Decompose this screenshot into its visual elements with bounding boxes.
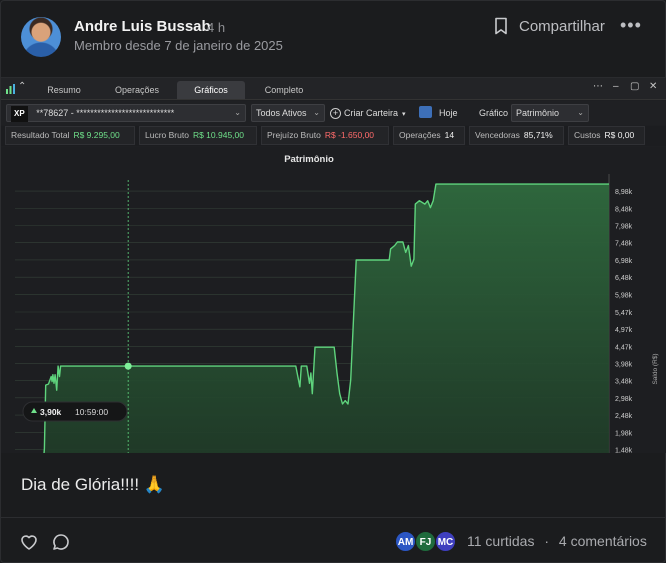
maximize-icon[interactable]: ▢	[630, 81, 639, 92]
heart-icon[interactable]	[19, 532, 39, 552]
stat-value: R$ 0,00	[604, 130, 635, 140]
calendar-icon	[419, 106, 432, 118]
caret-down-icon: ▾	[402, 111, 406, 118]
app-logo-icon	[6, 84, 15, 94]
stat-label: Resultado Total	[11, 130, 70, 140]
y-tick-label: 3,48k	[615, 379, 633, 386]
y-tick-label: 8,48k	[615, 206, 633, 213]
tab-completo[interactable]: Completo	[251, 81, 317, 99]
app-toolbar: XP **78627 - ***************************…	[1, 101, 666, 125]
account-select[interactable]: XP **78627 - ***************************…	[6, 104, 246, 122]
chevron-down-icon: ⌄	[313, 108, 320, 117]
stat-value: R$ 9.295,00	[73, 130, 120, 140]
y-tick-label: 1,48k	[615, 448, 633, 453]
stat-value: 85,71%	[523, 130, 553, 140]
comments-count[interactable]: 4 comentários	[559, 533, 647, 549]
author-name[interactable]: Andre Luis Bussab	[74, 18, 211, 35]
separator-dot: ·	[544, 533, 550, 549]
y-tick-label: 4,97k	[615, 327, 633, 334]
reactor-avatar[interactable]: AM	[395, 531, 416, 552]
y-axis-label: Saldo (R$)	[652, 353, 659, 384]
chevron-down-icon: ⌄	[234, 108, 241, 117]
patrimonio-chart[interactable]: Patrimônio 8,98k 8,48k 7,98k 7,48k 6,98k 6,48k…	[1, 147, 666, 453]
share-label: Compartilhar	[519, 17, 605, 35]
create-portfolio-button[interactable]: + Criar Carteira ▾	[330, 104, 406, 124]
stat-value: R$ -1.650,00	[324, 130, 375, 140]
stat-label: Lucro Bruto	[145, 130, 189, 140]
tab-resumo[interactable]: Resumo	[37, 81, 91, 99]
y-tick-label: 1,98k	[615, 430, 633, 437]
y-tick-label: 2,98k	[615, 396, 633, 403]
stat-winners: Vencedoras 85,71%	[469, 126, 564, 145]
stats-bar: Resultado Total R$ 9.295,00 Lucro Bruto R$…	[1, 126, 666, 146]
y-tick-label: 2,48k	[615, 413, 633, 420]
add-circle-icon: +	[330, 108, 341, 119]
tooltip-value: 3,90k	[40, 407, 62, 417]
engagement-counts: 11 curtidas · 4 comentários	[467, 533, 647, 549]
author-avatar[interactable]	[21, 17, 61, 57]
tab-graficos[interactable]: Gráficos	[177, 81, 245, 99]
reactor-avatars[interactable]: AM FJ MC	[395, 531, 456, 553]
broker-badge: XP	[11, 106, 28, 122]
date-picker-button[interactable]: Hoje	[419, 104, 458, 122]
y-tick-label: 5,98k	[615, 292, 633, 299]
y-tick-label: 8,98k	[615, 189, 633, 196]
more-options-icon[interactable]: •••	[620, 15, 642, 36]
tab-operacoes[interactable]: Operações	[101, 81, 173, 99]
account-value: **78627 - ****************************	[36, 108, 175, 118]
reactor-avatar[interactable]: MC	[435, 531, 456, 552]
chart-container[interactable]: Patrimônio 8,98k 8,48k 7,98k 7,48k 6,98k 6,48k…	[1, 147, 666, 453]
likes-count[interactable]: 11 curtidas	[467, 533, 534, 549]
stat-label: Custos	[574, 130, 601, 140]
y-tick-label: 5,47k	[615, 310, 633, 317]
stat-gross-loss: Prejuízo Bruto R$ -1.650,00	[261, 126, 389, 145]
post-image[interactable]: ⌃ Resumo Operações Gráficos Completo ⋯ –…	[1, 77, 666, 453]
y-tick-label: 4,47k	[615, 344, 633, 351]
assets-filter-value: Todos Ativos	[256, 108, 307, 118]
crosshair-point	[124, 362, 132, 370]
comment-icon[interactable]	[51, 532, 71, 552]
date-label: Hoje	[439, 108, 458, 118]
stat-label: Operações	[399, 130, 441, 140]
bookmark-icon	[495, 17, 507, 35]
post-card: Andre Luis Bussab 4 h Membro desde 7 de …	[0, 0, 666, 563]
chart-title: Patrimônio	[284, 154, 334, 165]
assets-filter-select[interactable]: Todos Ativos ⌄	[251, 104, 325, 122]
y-tick-label: 6,98k	[615, 258, 633, 265]
tooltip-time: 10:59:00	[75, 407, 108, 417]
stat-label: Prejuízo Bruto	[267, 130, 321, 140]
post-body: Dia de Glória!!!! 🙏	[21, 475, 165, 494]
stat-label: Vencedoras	[475, 130, 520, 140]
reactor-avatar[interactable]: FJ	[415, 531, 436, 552]
stat-costs: Custos R$ 0,00	[568, 126, 645, 145]
minimize-icon[interactable]: –	[613, 81, 619, 92]
stat-gross-profit: Lucro Bruto R$ 10.945,00	[139, 126, 257, 145]
collapse-icon[interactable]: ⌃	[18, 81, 26, 92]
y-tick-label: 7,98k	[615, 223, 633, 230]
y-tick-label: 7,48k	[615, 241, 633, 248]
member-since: Membro desde 7 de janeiro de 2025	[74, 38, 283, 53]
divider	[1, 517, 666, 518]
chevron-down-icon: ⌄	[577, 108, 584, 117]
y-tick-label: 3,98k	[615, 361, 633, 368]
stat-value: 14	[444, 130, 455, 140]
close-icon[interactable]: ✕	[649, 81, 657, 92]
stat-total-result: Resultado Total R$ 9.295,00	[5, 126, 135, 145]
stat-value: R$ 10.945,00	[192, 130, 244, 140]
app-tabbar: ⌃ Resumo Operações Gráficos Completo ⋯ –…	[1, 78, 666, 100]
share-button[interactable]: Compartilhar	[493, 15, 605, 37]
y-tick-label: 6,48k	[615, 275, 633, 282]
menu-icon[interactable]: ⋯	[593, 81, 603, 92]
chart-label: Gráfico	[479, 108, 509, 118]
stat-operations: Operações 14	[393, 126, 465, 145]
post-time: 4 h	[207, 20, 226, 35]
chart-type-value: Patrimônio	[516, 108, 560, 118]
chart-type-select[interactable]: Patrimônio ⌄	[511, 104, 589, 122]
create-portfolio-label: Criar Carteira	[344, 108, 399, 118]
